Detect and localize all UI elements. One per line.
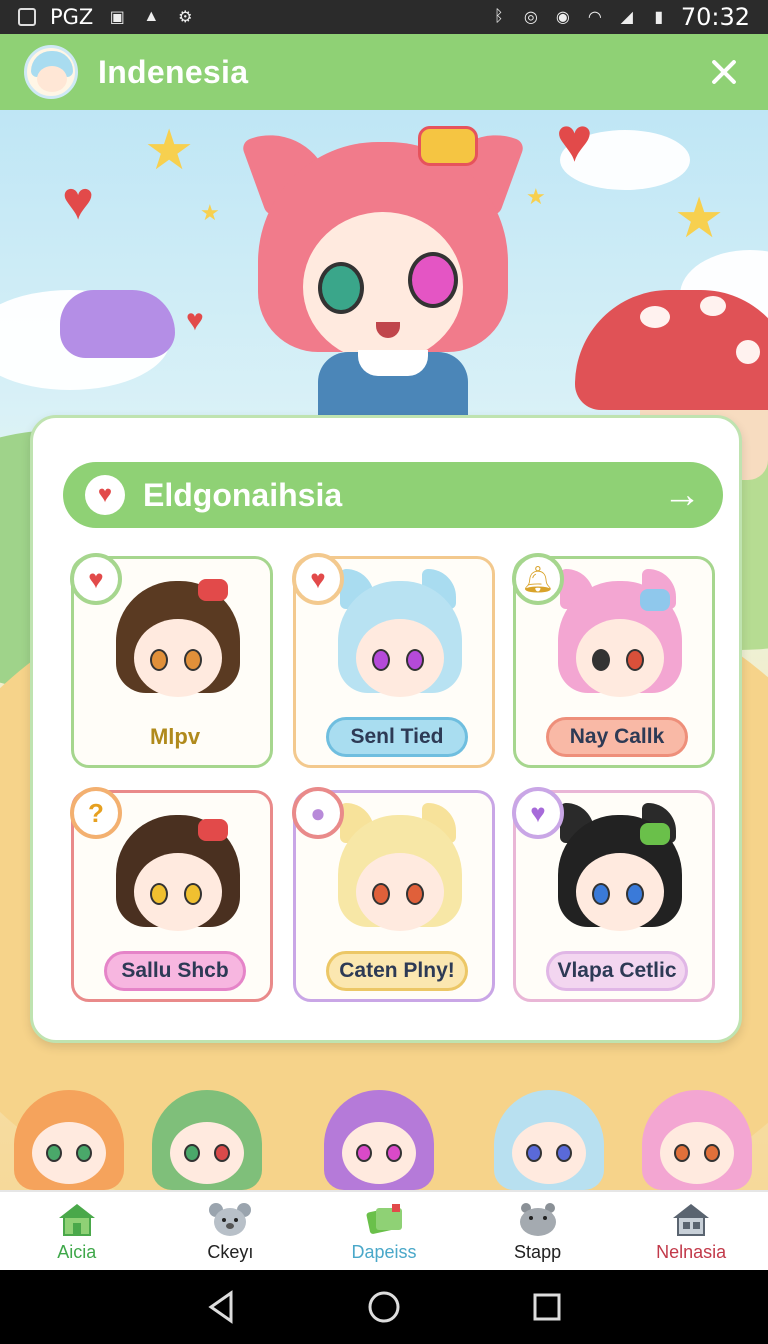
notification-icon: [18, 8, 36, 26]
nav-item-hippo[interactable]: Stapp: [461, 1192, 615, 1270]
character-tile[interactable]: ♥ Mlpv: [70, 553, 273, 768]
house-icon: [669, 1200, 713, 1238]
hippo-icon: [516, 1200, 560, 1238]
character-name: Nay Callk: [546, 717, 688, 757]
battery-icon: ▮: [654, 9, 664, 26]
heart-decoration-icon: ♥: [62, 171, 95, 231]
nav-item-house[interactable]: Nelnasia: [614, 1192, 768, 1270]
star-decoration-icon: ★: [526, 184, 546, 209]
character-strip-figure: [10, 1080, 128, 1190]
character-strip-figure: [490, 1080, 608, 1190]
clock: 70:32: [680, 3, 750, 31]
back-icon[interactable]: [203, 1289, 239, 1325]
nav-label: Nelnasia: [656, 1241, 727, 1262]
character-name: Caten Plny!: [326, 951, 468, 991]
koala-icon: [208, 1200, 252, 1238]
character-name: Mlpv: [149, 724, 201, 749]
app-title: Indenesia: [98, 53, 249, 90]
status-bar: PGZ ▣ ▲ ⚙ ᛒ ◎ ◉ ◠ ◢ ▮ 70:32: [0, 0, 768, 34]
star-decoration-icon: ★: [144, 118, 195, 181]
nav-label: Stapp: [514, 1241, 562, 1262]
nav-label: Ckeyı: [207, 1241, 254, 1262]
image-icon: ▲: [143, 8, 160, 25]
character-strip-figure: [638, 1080, 756, 1190]
character-tile[interactable]: 🔔︎ Nay Callk: [512, 553, 715, 768]
bluetooth-icon: ᛒ: [494, 8, 504, 25]
character-strip-figure: [320, 1080, 438, 1190]
heart-icon: ♥: [512, 787, 564, 839]
character-tile[interactable]: ● Caten Plny!: [292, 787, 495, 1002]
nav-item-cards[interactable]: Dapeiss: [307, 1192, 461, 1270]
nav-item-home[interactable]: Aicia: [0, 1192, 154, 1270]
nav-item-koala[interactable]: Ckeyı: [154, 1192, 308, 1270]
heart-decoration-icon: ♥: [186, 304, 204, 337]
character-tile[interactable]: ♥ Senl Tied: [292, 553, 495, 768]
alarm-icon: ◎: [523, 9, 538, 26]
signal-icon: ◢: [620, 9, 633, 26]
arrow-right-icon: →: [663, 473, 701, 516]
heart-icon: ♥: [85, 475, 125, 515]
app-avatar[interactable]: [24, 45, 78, 99]
character-selection-card: ♥ Eldgonaihsia → ♥ Mlpv ♥ Senl Tied 🔔︎ N…: [30, 415, 742, 1043]
heart-icon: ♥: [292, 553, 344, 605]
nav-label: Dapeiss: [351, 1241, 417, 1262]
close-icon[interactable]: [704, 52, 744, 92]
bell-icon: 🔔︎: [512, 553, 564, 605]
wifi-icon: ◠: [587, 9, 602, 26]
character-strip-figure: [148, 1080, 266, 1190]
recents-icon[interactable]: [529, 1289, 565, 1325]
cards-icon: [362, 1200, 406, 1238]
app-bar: Indenesia: [0, 34, 768, 110]
hero-character-illustration: [240, 118, 526, 422]
pet-illustration: [60, 290, 175, 358]
heart-decoration-icon: ♥: [556, 110, 593, 175]
star-decoration-icon: ★: [200, 200, 220, 225]
home-circle-icon[interactable]: [366, 1289, 402, 1325]
character-tile[interactable]: ? Sallu Shcb: [70, 787, 273, 1002]
question-icon: ?: [70, 787, 122, 839]
bottom-navigation: Aicia Ckeyı Dapeiss Stapp Nelnasia: [0, 1190, 768, 1270]
category-label: Eldgonaihsia: [143, 476, 343, 513]
sync-icon: ◉: [555, 9, 570, 26]
category-button[interactable]: ♥ Eldgonaihsia →: [63, 462, 723, 528]
carrier-text: PGZ: [50, 5, 94, 29]
star-decoration-icon: ★: [674, 186, 725, 249]
home-icon: [55, 1200, 99, 1238]
nav-label: Aicia: [57, 1241, 97, 1262]
character-name: Senl Tied: [326, 717, 468, 757]
character-grid: ♥ Mlpv ♥ Senl Tied 🔔︎ Nay Callk ? Sallu …: [70, 553, 717, 1006]
character-name: Sallu Shcb: [104, 951, 246, 991]
settings-icon: ⚙: [178, 9, 193, 26]
system-navigation: [0, 1270, 768, 1344]
heart-icon: ♥: [70, 553, 122, 605]
bubble-icon: ●: [292, 787, 344, 839]
character-name: Vlapa Cetlic: [546, 951, 688, 991]
character-tile[interactable]: ♥ Vlapa Cetlic: [512, 787, 715, 1002]
photo-icon: ▣: [109, 9, 125, 26]
